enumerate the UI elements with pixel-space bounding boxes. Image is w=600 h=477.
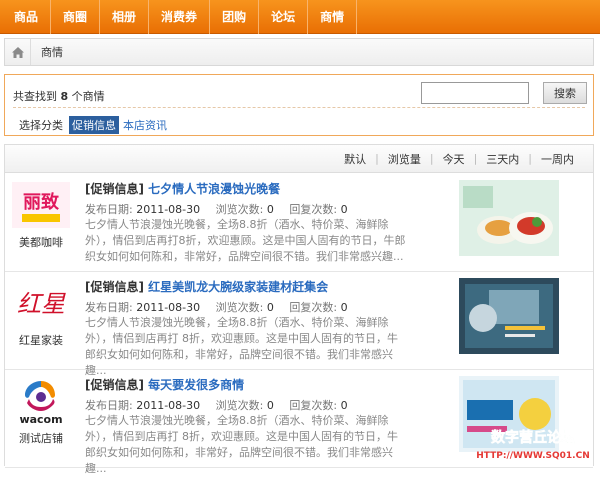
nav-item-business-info[interactable]: 商情 [308,0,358,34]
search-panel: 共查找到 8 个商情 搜索 选择分类 促销信息 本店资讯 [4,74,594,136]
category-label: 选择分类 [19,119,63,132]
info-list: 默认 | 浏览量 | 今天 | 三天内 | 一周内 丽致 美都咖啡 [促销信息] 七夕情… [4,144,594,475]
item-title: [促销信息] 红星美凯龙大腕级家装建材赶集会 [85,278,328,295]
nav-item-forum[interactable]: 论坛 [259,0,309,34]
replies-value: 0 [340,399,348,412]
svg-text:wacom: wacom [19,413,62,425]
store-name[interactable]: 美都咖啡 [5,234,77,250]
svg-text:HTTP://WWW.SQ01.CN: HTTP://WWW.SQ01.CN [476,451,589,461]
replies-label: 回复次数: [289,203,338,216]
item-title-link[interactable]: 每天要发很多商情 [148,378,244,392]
item-description: 七夕情人节浪漫蚀光晚餐，全场8.8折（酒水、特价菜、海鲜除外），情侣到店再打8折… [85,218,406,263]
home-icon[interactable] [5,39,31,65]
item-title: [促销信息] 七夕情人节浪漫蚀光晚餐 [85,180,280,197]
result-count-prefix: 共查找到 [13,90,57,103]
forum-watermark: 数字营丘论坛 HTTP://WWW.SQ01.CN [463,426,600,465]
item-thumbnail[interactable] [459,180,559,256]
breadcrumb: 商情 [4,38,594,66]
date-value: 2011-08-30 [136,301,201,314]
sort-three-days[interactable]: 三天内 [477,151,528,167]
item-tag: [促销信息] [85,182,144,196]
item-meta: 发布日期: 2011-08-30 浏览次数: 0 回复次数: 0 [85,397,360,413]
result-count-text: 共查找到 8 个商情 [13,88,105,104]
list-item: 红星 红星家装 [促销信息] 红星美凯龙大腕级家装建材赶集会 发布日期: 201… [5,272,593,377]
store-name[interactable]: 红星家装 [5,332,77,348]
breadcrumb-current: 商情 [41,46,63,59]
store-name[interactable]: 测试店铺 [5,430,77,446]
views-value: 0 [266,399,274,412]
views-value: 0 [266,301,274,314]
store-logo[interactable]: 丽致 [11,180,71,230]
sort-one-week[interactable]: 一周内 [532,151,583,167]
store-logo[interactable]: wacom [11,376,71,426]
replies-label: 回复次数: [289,399,338,412]
svg-text:丽致: 丽致 [23,191,60,213]
nav-item-products[interactable]: 商品 [8,0,52,34]
nav-item-districts[interactable]: 商圈 [51,0,101,34]
item-meta: 发布日期: 2011-08-30 浏览次数: 0 回复次数: 0 [85,299,360,315]
sort-default[interactable]: 默认 [335,151,375,167]
search-input[interactable] [421,82,529,104]
divider [13,107,585,108]
category-promo[interactable]: 促销信息 [69,116,119,134]
result-count-number: 8 [60,90,69,103]
sort-bar: 默认 | 浏览量 | 今天 | 三天内 | 一周内 [5,145,593,173]
item-tag: [促销信息] [85,280,144,294]
svg-text:数字营丘论坛: 数字营丘论坛 [491,429,575,446]
views-label: 浏览次数: [215,203,264,216]
views-value: 0 [266,203,274,216]
item-title: [促销信息] 每天要发很多商情 [85,376,244,393]
item-tag: [促销信息] [85,378,144,392]
nav-item-coupons[interactable]: 消费券 [149,0,211,34]
item-description: 七夕情人节浪漫蚀光晚餐，全场8.8折（酒水、特价菜、海鲜除外），情侣到店再打 8… [85,414,398,475]
replies-value: 0 [340,301,348,314]
top-nav: 商品 商圈 相册 消费券 团购 论坛 商情 [0,0,600,34]
sort-today[interactable]: 今天 [434,151,474,167]
views-label: 浏览次数: [215,301,264,314]
result-count-suffix: 个商情 [71,90,105,103]
search-button[interactable]: 搜索 [543,82,587,104]
replies-value: 0 [340,203,348,216]
svg-text:红星: 红星 [17,290,66,318]
item-meta: 发布日期: 2011-08-30 浏览次数: 0 回复次数: 0 [85,201,360,217]
category-store-news[interactable]: 本店资讯 [123,117,167,133]
item-title-link[interactable]: 红星美凯龙大腕级家装建材赶集会 [148,280,328,294]
nav-item-groupbuy[interactable]: 团购 [210,0,260,34]
replies-label: 回复次数: [289,301,338,314]
date-value: 2011-08-30 [136,203,201,216]
date-value: 2011-08-30 [136,399,201,412]
nav-item-albums[interactable]: 相册 [100,0,150,34]
store-logo[interactable]: 红星 [11,278,71,328]
views-label: 浏览次数: [215,399,264,412]
date-label: 发布日期: [85,399,133,412]
date-label: 发布日期: [85,301,133,314]
item-title-link[interactable]: 七夕情人节浪漫蚀光晚餐 [148,182,280,196]
date-label: 发布日期: [85,203,133,216]
sort-views[interactable]: 浏览量 [379,151,430,167]
list-item: 丽致 美都咖啡 [促销信息] 七夕情人节浪漫蚀光晚餐 发布日期: 2011-08… [5,174,593,272]
item-thumbnail[interactable] [459,278,559,354]
